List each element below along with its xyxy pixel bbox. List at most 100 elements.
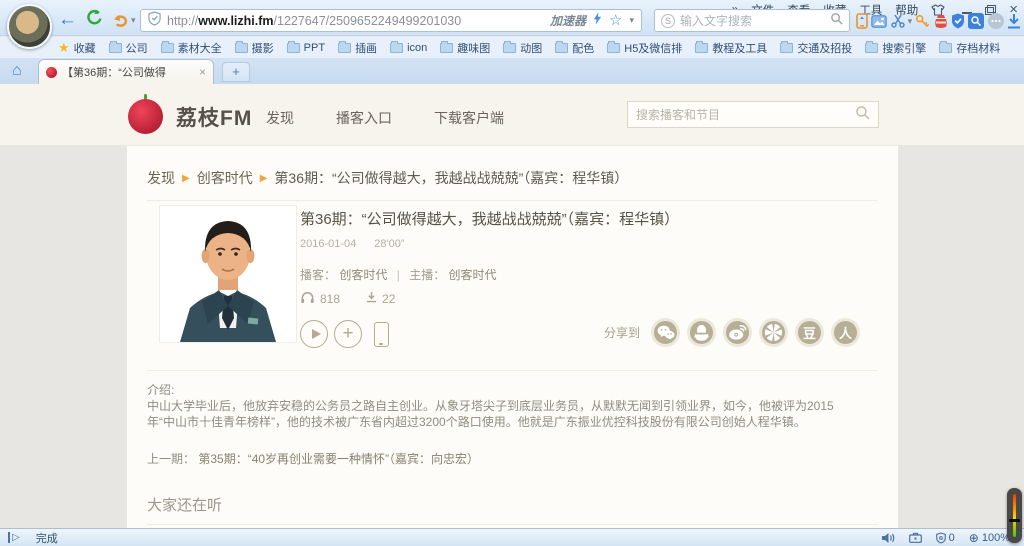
previous-episode-link[interactable]: 第35期：“40岁再创业需要一种情怀”（嘉宾：向忠宏） [198,452,479,466]
intro-label: 介绍: [147,382,878,398]
bookmark-folder[interactable]: 教程及工具 [695,40,767,56]
podcast-link[interactable]: 创客时代 [339,268,387,282]
host-link[interactable]: 创客时代 [449,268,497,282]
bookmark-folder-label: 搜索引擎 [882,40,926,56]
episode-date: 2016-01-04 [300,238,356,250]
password-key-icon[interactable] [915,14,930,29]
bookmark-folder[interactable]: 趣味图 [440,40,490,56]
speaker-icon[interactable] [881,532,895,544]
bookmark-folder[interactable]: 摄影 [235,40,274,56]
wallet-pouch-icon[interactable] [934,14,948,29]
host-label: 主播： [409,268,445,282]
folder-icon [161,43,174,53]
volume-slider[interactable] [1007,488,1022,543]
bookmark-folder[interactable]: 搜索引擎 [865,40,926,56]
share-weibo-icon[interactable] [723,318,752,347]
volume-handle[interactable] [1009,519,1020,522]
folder-icon [235,43,248,53]
tab-close-icon[interactable]: × [199,65,206,79]
bookmark-favorites[interactable]: ★ 收藏 [58,40,96,56]
status-right-items: 0 ⊕ 100% [881,531,1010,545]
divider [147,200,878,201]
security-check-shield-icon[interactable] [951,13,965,29]
bookmark-folder[interactable]: 动图 [503,40,542,56]
star-caret-icon[interactable]: ▾ [629,15,634,26]
share-wechat-icon[interactable] [651,318,680,347]
favorite-star-icon[interactable]: ☆ [609,14,622,28]
bookmark-folder[interactable]: 素材大全 [161,40,222,56]
bookmark-folder[interactable]: 公司 [109,40,148,56]
quick-search-input[interactable] [680,14,825,28]
sidebar-toggle-icon[interactable]: ▷ [8,532,20,543]
undo-button[interactable]: ▾ [112,13,136,27]
new-tab-button[interactable]: + [222,62,250,82]
folder-icon [695,43,708,53]
security-shield-icon [148,11,161,31]
active-tab[interactable]: 【第36期：“公司做得 × [38,59,214,84]
phone-sync-icon[interactable] [856,13,868,29]
share-douban-icon[interactable]: 豆 [795,318,824,347]
share-renren-icon[interactable]: 人 [831,318,860,347]
quick-search-box[interactable]: S [654,9,850,32]
zoom-level: 100% [982,532,1010,544]
search-engine-icon[interactable]: S [661,14,675,28]
share-qq-icon[interactable] [687,318,716,347]
address-bar[interactable]: http://www.lizhi.fm/1227647/250965224949… [140,9,642,32]
breadcrumb-link[interactable]: 发现 [147,168,175,188]
subscribe-add-button[interactable]: + [334,320,362,348]
favorites-star-icon: ★ [58,42,70,54]
bookmark-folder-label: 动图 [520,40,542,56]
bookmark-folder-label: 趣味图 [457,40,490,56]
status-bar: ▷ 完成 0 ⊕ 100% [0,528,1024,546]
share-camera-shutter-icon[interactable] [759,318,788,347]
site-nav-item[interactable]: 发现 [266,108,294,128]
nav-buttons: ← ▾ [58,9,136,31]
folder-icon [390,43,403,53]
bookmark-folder[interactable]: PPT [287,40,325,56]
scissors-clip-icon[interactable]: ▾ [891,14,913,28]
download-manager-icon[interactable] [1007,14,1021,29]
home-icon[interactable]: ⌂ [12,62,22,79]
section-title: 大家还在听 [147,494,222,515]
bookmark-folder[interactable]: 存档材料 [939,40,1000,56]
play-button[interactable] [300,320,328,348]
scissors-caret-icon[interactable]: ▾ [908,16,913,27]
folder-icon [939,43,952,53]
episode-intro: 介绍: 中山大学毕业后，他放弃安稳的公务员之路自主创业。从象牙塔尖子到底层业务员… [147,382,878,430]
refresh-button[interactable] [86,9,103,31]
mobile-phone-icon[interactable] [374,322,389,347]
bookmark-folder[interactable]: 交通及招投 [780,40,852,56]
user-avatar[interactable] [7,4,52,49]
bookmark-folder[interactable]: H5及微信排 [607,40,682,56]
episode-date-line: 2016-01-0428'00” [300,238,423,250]
search-magnifier-icon[interactable] [830,12,843,30]
headphone-icon [300,290,315,307]
accelerator-label[interactable]: 加速器 [550,12,586,29]
undo-caret-icon[interactable]: ▾ [131,15,136,26]
lightning-icon[interactable] [593,12,602,30]
site-search-magnifier-icon[interactable] [855,105,870,125]
site-search-box[interactable] [627,101,879,128]
breadcrumb-current: 第36期：“公司做得越大，我越战战兢兢”（嘉宾：程华镇） [274,168,628,188]
breadcrumb: 发现 ▶ 创客时代 ▶ 第36期：“公司做得越大，我越战战兢兢”（嘉宾：程华镇） [147,168,628,188]
zoom-icon: ⊕ [969,531,979,545]
bookmark-folder[interactable]: 配色 [555,40,594,56]
lizhi-logo-icon[interactable] [128,95,167,134]
site-nav-item[interactable]: 下载客户端 [434,108,504,128]
web-page: 荔枝FM 发现 播客入口 下载客户端 发现 ▶ 创客时代 ▶ 第36期：“公司做得越… [0,84,1024,528]
screenshot-image-icon[interactable] [871,15,887,28]
bookmark-folder[interactable]: icon [390,40,427,56]
bookmark-folder[interactable]: 插画 [338,40,377,56]
site-logo-text[interactable]: 荔枝FM [176,102,252,132]
breadcrumb-link[interactable]: 创客时代 [197,168,253,188]
site-nav-item[interactable]: 播客入口 [336,108,392,128]
site-search-input[interactable] [636,108,849,122]
url-text[interactable]: http://www.lizhi.fm/1227647/250965224949… [167,14,544,28]
more-dots-icon[interactable] [988,13,1004,29]
back-button[interactable]: ← [58,10,77,30]
bookmark-label: 收藏 [74,40,96,56]
shield-status[interactable]: 0 [936,532,955,544]
site-search-square-icon[interactable] [968,13,984,29]
zoom-control[interactable]: ⊕ 100% [969,531,1010,545]
toolbox-icon[interactable] [909,532,922,543]
